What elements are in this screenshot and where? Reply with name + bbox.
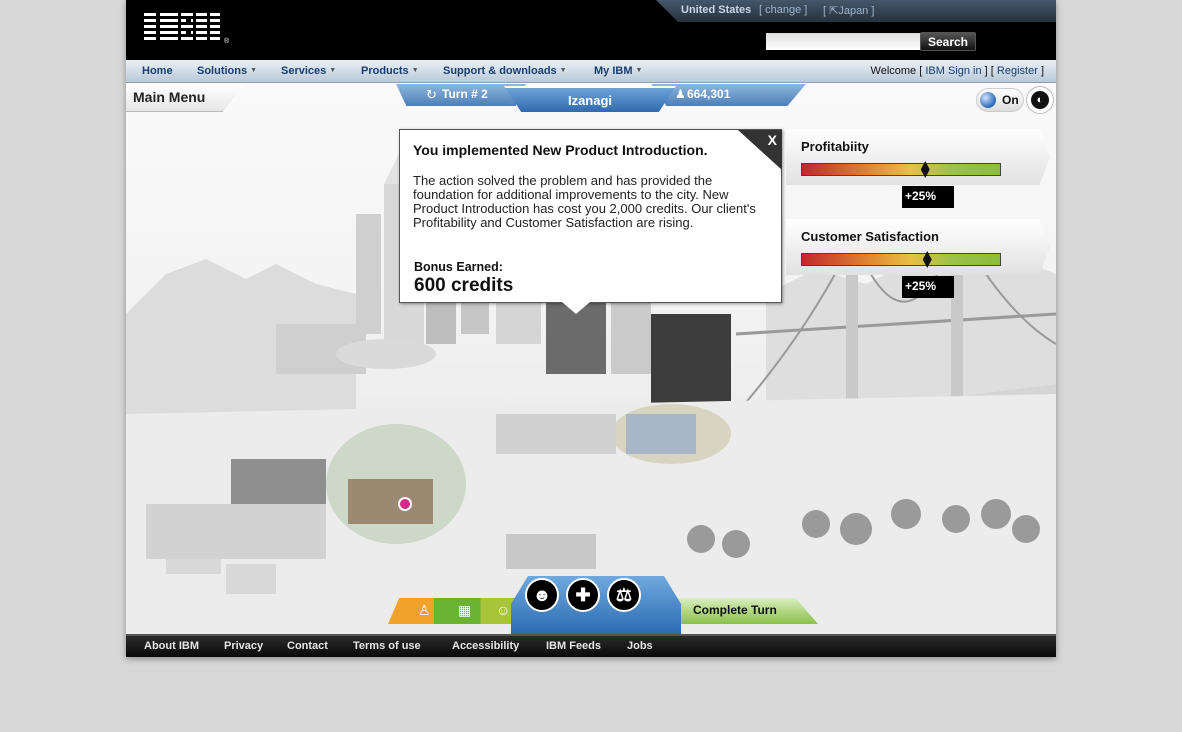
person-icon: ♟ — [675, 87, 686, 101]
turn-label: Turn # 2 — [442, 87, 488, 101]
welcome-area: Welcome [ IBM Sign in ] [ Register ] — [871, 65, 1044, 77]
meter-marker — [920, 161, 930, 178]
locale-bar: United States [ change ] [ ⇱Japan ] — [656, 0, 1056, 22]
nav-home-label: Home — [142, 65, 173, 77]
meter-marker — [922, 251, 932, 268]
footer-feeds-link[interactable]: IBM Feeds — [546, 640, 601, 652]
meter-title: Customer Satisfaction — [801, 229, 939, 244]
customer-satisfaction-meter: Customer Satisfaction — [786, 219, 1050, 275]
nav-support-label: Support & downloads — [443, 65, 557, 77]
speaker-icon: ◐ — [1031, 91, 1049, 109]
close-button[interactable]: X — [738, 130, 782, 170]
profitability-delta: +25% — [902, 186, 954, 208]
dialog-title: You implemented New Product Introduction… — [413, 142, 708, 158]
health-cross-icon[interactable]: ✚ — [566, 578, 600, 612]
country-label: United States — [681, 4, 752, 16]
chevron-down-icon: ▼ — [635, 67, 643, 74]
meter-bar — [801, 161, 1001, 178]
welcome-separator: ] [ — [984, 65, 994, 77]
refresh-icon: ↻ — [426, 87, 437, 102]
city-tab: Izanagi — [504, 86, 676, 112]
ibm-logo[interactable]: ® — [142, 10, 232, 46]
nav-my-ibm-label: My IBM — [594, 65, 633, 77]
toggle-label: On — [1002, 93, 1019, 107]
status-bar: ↻ Turn # 2 ♟ 664,301 Izanagi — [396, 84, 806, 114]
game-area[interactable]: Main Menu ↻ Turn # 2 ♟ 664,301 Izanagi O… — [126, 84, 1056, 634]
action-bar: ♙ ▦ ☺ Complete Turn ☻ ✚ ⚖ — [388, 576, 818, 634]
chevron-down-icon: ▼ — [411, 67, 419, 74]
register-link[interactable]: Register — [997, 65, 1038, 77]
scales-icon[interactable]: ⚖ — [607, 578, 641, 612]
change-country-link[interactable]: [ change ] — [759, 4, 807, 16]
footer-contact-link[interactable]: Contact — [287, 640, 328, 652]
bonus-label: Bonus Earned: — [414, 260, 503, 274]
toggle-knob — [980, 92, 996, 108]
chevron-down-icon: ▼ — [559, 67, 567, 74]
meter-title: Profitabiity — [801, 139, 869, 154]
nav-products[interactable]: Products ▼ — [361, 65, 419, 77]
dialog-body: The action solved the problem and has pr… — [413, 173, 756, 230]
satisfaction-delta: +25% — [902, 276, 954, 298]
chevron-down-icon: ▼ — [250, 67, 258, 74]
search-input[interactable] — [766, 33, 921, 50]
head-icon[interactable]: ☻ — [525, 578, 559, 612]
view-toggle[interactable]: On — [976, 88, 1024, 112]
result-dialog: X You implemented New Product Introducti… — [399, 129, 782, 314]
building-icon[interactable]: ▦ — [458, 602, 471, 619]
city-name: Izanagi — [567, 93, 613, 108]
nav-products-label: Products — [361, 65, 409, 77]
person-icon[interactable]: ♙ — [418, 602, 431, 619]
masthead: ® United States [ change ] [ ⇱Japan ] Se… — [126, 0, 1056, 60]
main-menu-label: Main Menu — [133, 89, 206, 105]
nav-my-ibm[interactable]: My IBM ▼ — [594, 65, 642, 77]
page-frame: ® United States [ change ] [ ⇱Japan ] Se… — [126, 0, 1056, 657]
complete-turn-label: Complete Turn — [693, 603, 777, 617]
svg-text:®: ® — [224, 37, 230, 45]
action-hub: ☻ ✚ ⚖ — [511, 576, 681, 634]
footer-terms-link[interactable]: Terms of use — [353, 640, 421, 652]
sound-button[interactable]: ◐ — [1026, 86, 1054, 114]
nav-services-label: Services — [281, 65, 327, 77]
meter-bar — [801, 251, 1001, 268]
complete-turn-button[interactable]: Complete Turn — [668, 598, 818, 624]
profitability-meter: Profitabiity — [786, 129, 1050, 185]
nav-solutions-label: Solutions — [197, 65, 248, 77]
chevron-down-icon: ▼ — [329, 67, 337, 74]
footer: About IBM Privacy Contact Terms of use A… — [126, 634, 1056, 657]
dialog-pointer — [562, 302, 590, 314]
japan-link[interactable]: [ ⇱Japan ] — [823, 4, 874, 17]
footer-accessibility-link[interactable]: Accessibility — [452, 640, 519, 652]
welcome-text: Welcome [ — [870, 65, 923, 77]
footer-jobs-link[interactable]: Jobs — [627, 640, 653, 652]
smiley-icon[interactable]: ☺ — [496, 602, 510, 618]
nav-support[interactable]: Support & downloads ▼ — [443, 65, 567, 77]
bonus-value: 600 credits — [414, 275, 514, 296]
sign-in-link[interactable]: IBM Sign in — [925, 65, 981, 77]
population-value: 664,301 — [687, 87, 731, 101]
search-button[interactable]: Search — [920, 32, 976, 51]
nav-solutions[interactable]: Solutions ▼ — [197, 65, 257, 77]
footer-privacy-link[interactable]: Privacy — [224, 640, 263, 652]
footer-about-link[interactable]: About IBM — [144, 640, 199, 652]
welcome-bracket: ] — [1040, 65, 1044, 77]
close-icon: X — [767, 132, 777, 148]
primary-nav: Home Solutions ▼ Services ▼ Products ▼ Supp… — [126, 60, 1056, 83]
nav-services[interactable]: Services ▼ — [281, 65, 336, 77]
nav-home[interactable]: Home — [142, 65, 173, 77]
